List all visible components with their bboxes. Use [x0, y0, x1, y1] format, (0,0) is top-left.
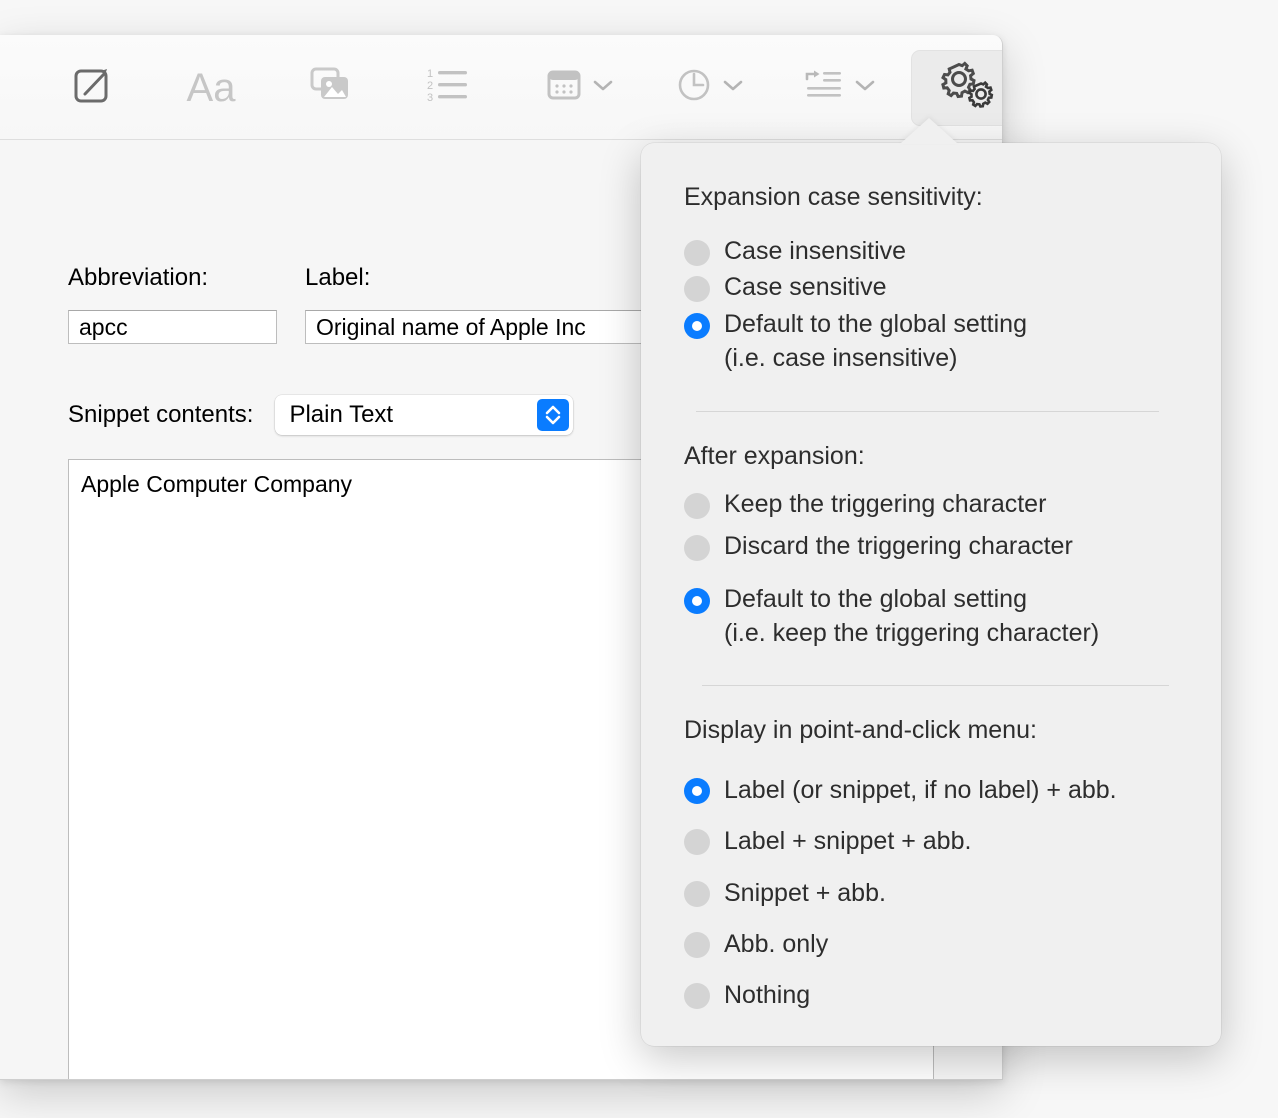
svg-text:1: 1 [427, 68, 433, 80]
radio-label: Abb. only [724, 929, 829, 958]
toolbar: Aa 1 2 3 [0, 35, 1002, 140]
image-icon [307, 63, 353, 112]
field-labels-row: Abbreviation: Label: [68, 264, 370, 292]
label-label: Label: [305, 264, 371, 291]
chevron-down-icon[interactable] [592, 78, 614, 97]
radio-indicator[interactable] [684, 587, 710, 614]
radio-keep-trigger-char[interactable]: Keep the triggering character [684, 487, 1191, 521]
radio-indicator[interactable] [684, 240, 710, 266]
section-after-expansion: After expansion: Keep the triggering cha… [684, 442, 1191, 650]
radio-label: Nothing [724, 981, 811, 1009]
section-expansion-case-sensitivity: Expansion case sensitivity: Case insensi… [684, 183, 1191, 375]
gears-icon [935, 58, 999, 117]
section-title: After expansion: [684, 442, 865, 470]
divider [696, 411, 1159, 412]
abbreviation-label: Abbreviation: [68, 264, 209, 291]
popover-arrow [900, 118, 958, 144]
radio-default-global-case[interactable]: Default to the global setting (i.e. case… [684, 307, 1191, 376]
radio-case-insensitive[interactable]: Case insensitive [684, 234, 1191, 268]
radio-indicator[interactable] [684, 829, 710, 856]
radio-label: Default to the global setting (i.e. case… [724, 309, 1027, 372]
radio-case-sensitive[interactable]: Case sensitive [684, 270, 1191, 304]
toolbar-button-image[interactable] [288, 50, 372, 126]
chevron-down-icon[interactable] [722, 78, 744, 97]
clock-icon [674, 65, 714, 110]
radio-label: Discard the triggering character [724, 532, 1073, 561]
svg-text:2: 2 [427, 80, 433, 92]
calendar-icon [544, 65, 584, 110]
radio-discard-trigger-char[interactable]: Discard the triggering character [684, 529, 1191, 563]
popover-content: Expansion case sensitivity: Case insensi… [641, 143, 1221, 1046]
toolbar-button-numbered-list[interactable]: 1 2 3 [407, 50, 491, 126]
radio-indicator[interactable] [684, 778, 710, 804]
radio-label-snippet-abb[interactable]: Label + snippet + abb. [684, 824, 1191, 858]
snippet-settings-popover: Expansion case sensitivity: Case insensi… [641, 118, 1221, 1046]
radio-indicator[interactable] [684, 880, 710, 907]
chevron-down-icon[interactable] [854, 78, 876, 97]
radio-indicator[interactable] [684, 535, 710, 562]
toolbar-button-indent[interactable] [784, 50, 894, 126]
toolbar-button-font[interactable]: Aa [169, 50, 253, 126]
snippet-contents-label: Snippet contents: [68, 401, 254, 428]
radio-abb-only[interactable]: Abb. only [684, 927, 1191, 961]
radio-indicator[interactable] [684, 983, 710, 1009]
snippet-format-value: Plain Text [289, 401, 394, 428]
radio-nothing[interactable]: Nothing [684, 978, 1191, 1012]
section-display-in-menu: Display in point-and-click menu: Label (… [684, 716, 1191, 1012]
screen: Aa 1 2 3 Abbreviation: Label: apcc Origi… [0, 0, 1278, 1118]
divider [702, 685, 1169, 686]
section-title: Expansion case sensitivity: [684, 183, 983, 211]
toolbar-items: Aa 1 2 3 [0, 35, 1002, 140]
compose-icon [70, 63, 114, 112]
indent-icon [802, 65, 846, 110]
radio-snippet-abb[interactable]: Snippet + abb. [684, 876, 1191, 910]
radio-label: Keep the triggering character [724, 490, 1047, 518]
radio-indicator[interactable] [684, 312, 710, 339]
radio-label: Case insensitive [724, 237, 907, 265]
radio-label: Case sensitive [724, 273, 887, 302]
radio-indicator[interactable] [684, 276, 710, 303]
toolbar-button-clock[interactable] [654, 50, 764, 126]
radio-label: Default to the global setting (i.e. keep… [724, 584, 1100, 647]
toolbar-button-settings[interactable] [911, 49, 1002, 126]
abbreviation-input[interactable]: apcc [68, 310, 277, 344]
radio-label-or-snippet-abb[interactable]: Label (or snippet, if no label) + abb. [684, 773, 1191, 807]
radio-label: Label (or snippet, if no label) + abb. [724, 776, 1117, 804]
toolbar-button-new-snippet[interactable] [50, 50, 134, 126]
updown-chevrons-icon[interactable] [537, 399, 570, 431]
svg-text:3: 3 [427, 92, 433, 104]
radio-label: Snippet + abb. [724, 878, 886, 907]
radio-default-global-trigger[interactable]: Default to the global setting (i.e. keep… [684, 582, 1191, 651]
numbered-list-icon: 1 2 3 [425, 63, 473, 112]
snippet-format-select[interactable]: Plain Text [275, 395, 574, 435]
radio-indicator[interactable] [684, 493, 710, 519]
section-title: Display in point-and-click menu: [684, 716, 1037, 744]
snippet-contents-row: Snippet contents: Plain Text [68, 395, 574, 435]
radio-indicator[interactable] [684, 931, 710, 958]
font-aa-icon: Aa [186, 65, 236, 110]
toolbar-button-calendar[interactable] [524, 50, 634, 126]
radio-label: Label + snippet + abb. [724, 827, 972, 856]
